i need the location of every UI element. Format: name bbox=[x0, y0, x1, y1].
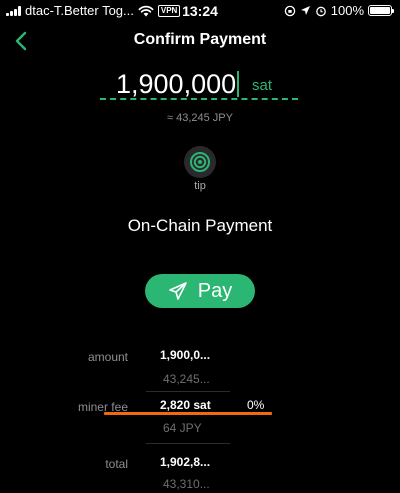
battery-fill bbox=[370, 7, 390, 14]
divider bbox=[146, 443, 230, 444]
miner-fee-percent: 0% bbox=[247, 398, 265, 412]
status-bar: dtac-T.Better Tog... VPN 13:24 100% bbox=[0, 0, 400, 22]
amount-unit[interactable]: sat bbox=[252, 77, 272, 94]
divider bbox=[146, 391, 230, 392]
battery-icon bbox=[368, 5, 394, 16]
amount-summary-fiat: 43,245... bbox=[163, 372, 210, 386]
amount-summary-value: 1,900,0... bbox=[160, 348, 211, 362]
status-left: dtac-T.Better Tog... VPN bbox=[6, 3, 181, 18]
pay-button-label: Pay bbox=[197, 279, 233, 302]
location-icon bbox=[300, 6, 310, 15]
miner-fee-highlight bbox=[104, 412, 272, 415]
payment-type-label: On-Chain Payment bbox=[127, 216, 273, 235]
total-fiat: 43,310... bbox=[163, 477, 210, 491]
amount-input[interactable]: 1,900,000 sat bbox=[100, 68, 298, 100]
carrier-name: dtac-T.Better Tog... bbox=[25, 3, 134, 18]
total-label: total bbox=[105, 457, 128, 471]
miner-fee-fiat: 64 JPY bbox=[163, 421, 202, 435]
battery-percent: 100% bbox=[330, 3, 364, 18]
tip-label: tip bbox=[194, 180, 206, 192]
status-right: 100% bbox=[284, 3, 394, 18]
fiat-equivalent: ≈ 43,245 JPY bbox=[167, 112, 233, 124]
total-value: 1,902,8... bbox=[160, 455, 211, 469]
tip-button[interactable] bbox=[184, 146, 216, 178]
page-title: Confirm Payment bbox=[133, 31, 267, 48]
text-caret bbox=[237, 71, 240, 97]
back-button[interactable] bbox=[8, 28, 34, 54]
miner-fee-value: 2,820 sat bbox=[160, 398, 211, 412]
amount-value: 1,900,000 bbox=[116, 69, 237, 99]
signal-icon bbox=[6, 5, 21, 16]
amount-label: amount bbox=[87, 350, 128, 364]
vpn-badge: VPN bbox=[157, 4, 181, 17]
pay-button[interactable]: Pay bbox=[145, 274, 255, 308]
alarm-icon bbox=[315, 6, 326, 16]
amount-value-wrap: 1,900,000 bbox=[116, 68, 240, 100]
send-icon bbox=[168, 282, 187, 300]
chevron-left-icon bbox=[15, 31, 27, 51]
wifi-icon bbox=[138, 5, 154, 16]
rotation-lock-icon bbox=[284, 5, 295, 16]
target-icon bbox=[190, 152, 210, 172]
